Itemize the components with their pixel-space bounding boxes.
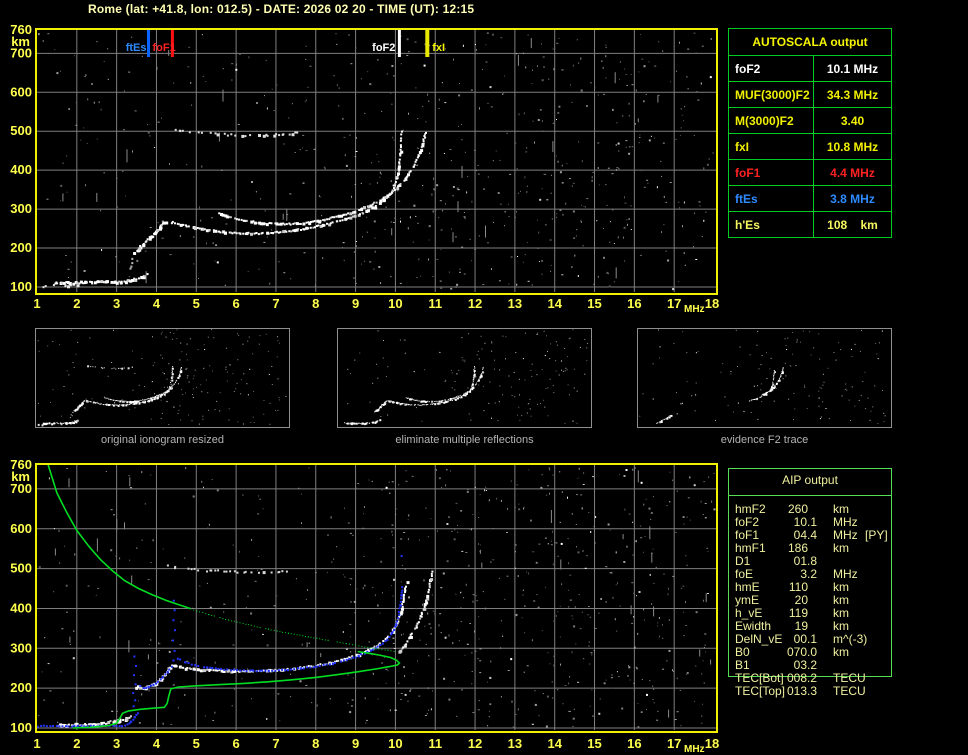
svg-text:3: 3 [113,296,120,311]
svg-text:400: 400 [10,600,32,615]
parameter-value: 013.3 [786,684,817,698]
svg-text:16: 16 [627,736,641,751]
svg-text:13: 13 [508,736,522,751]
aip-table-header: AIP output [782,473,838,487]
svg-text:11: 11 [428,296,442,311]
svg-text:200: 200 [10,680,32,695]
autoscala-row-m3000f2: M(3000)F2 3.40 [729,107,891,133]
autoscala-output-table: AUTOSCALA output foF2 10.1 MHz MUF(3000)F2… [728,28,892,238]
svg-text:2: 2 [73,296,80,311]
svg-text:MHz: MHz [684,744,705,755]
parameter-unit: km [833,541,849,555]
svg-text:8: 8 [312,296,319,311]
svg-text:18: 18 [705,736,719,751]
thumbnail-caption-eliminate: eliminate multiple reflections [395,434,534,446]
svg-text:5: 5 [193,736,200,751]
svg-text:12: 12 [468,736,482,751]
svg-text:500: 500 [10,561,32,576]
svg-text:6: 6 [233,296,240,311]
parameter-value: 4.4 MHz [813,160,891,185]
autoscala-row-hes: h'Es 108 km [729,211,891,237]
aip-header-divider [729,495,891,496]
svg-text:3: 3 [113,736,120,751]
svg-text:5: 5 [193,296,200,311]
svg-text:10: 10 [388,736,402,751]
svg-text:ftEs: ftEs [126,42,147,54]
svg-text:16: 16 [627,296,641,311]
ionogram-plot-bottom: 1 2 3 4 5 6 7 8 9 10 11 12 13 14 15 16 17 18MHz1002003004… [10,457,719,755]
svg-text:MHz: MHz [684,304,705,315]
svg-text:9: 9 [352,736,359,751]
aip-output-table: AIP output hmF2 260 km foF2 10.1 MHz foF1 04.4 M… [728,468,892,698]
autoscala-row-ftes: ftEs 3.8 MHz [729,185,891,211]
parameter-unit: km [833,645,849,659]
thumbnail-caption-evidence: evidence F2 trace [720,434,809,446]
parameter-value: 3.8 MHz [813,186,891,211]
svg-text:600: 600 [10,84,32,99]
thumbnail-evidence-f2-trace [637,328,892,428]
svg-text:fxI: fxI [432,42,445,54]
parameter-label: foF2 [735,61,761,76]
autoscala-table-header: AUTOSCALA output [752,35,868,49]
svg-text:9: 9 [352,296,359,311]
autoscala-row-fxi: fxI 10.8 MHz [729,133,891,159]
parameter-value: 34.3 MHz [813,82,891,107]
svg-text:100: 100 [10,279,32,294]
parameter-label: fxI [735,139,750,154]
parameter-label: ftEs [735,191,758,206]
thumbnail-original-ionogram [35,328,290,428]
svg-text:300: 300 [10,640,32,655]
parameter-label: MUF(3000)F2 [735,87,810,102]
svg-text:15: 15 [587,296,601,311]
svg-text:km: km [11,469,30,484]
parameter-value: 3.40 [813,108,891,133]
svg-text:17: 17 [667,296,681,311]
svg-text:foF2: foF2 [372,42,395,54]
parameter-label: h'Es [735,217,760,232]
thumbnail-eliminate-reflections [337,328,592,428]
svg-text:10: 10 [388,296,402,311]
parameter-value: 10.8 MHz [813,134,891,159]
svg-text:7: 7 [272,296,279,311]
svg-text:foF1: foF1 [153,42,176,54]
svg-text:2: 2 [73,736,80,751]
svg-text:1: 1 [33,296,40,311]
svg-text:200: 200 [10,240,32,255]
svg-text:100: 100 [10,720,32,735]
parameter-label: M(3000)F2 [735,113,794,128]
ionogram-plot-top: ftEs foF1 foF2 fxI1 2 3 4 5 6 7 8 9 10 11 12 13 14 15 16 17… [10,22,719,315]
parameter-flag: [PY] [865,528,888,542]
svg-text:12: 12 [468,296,482,311]
svg-text:300: 300 [10,201,32,216]
svg-text:14: 14 [547,296,562,311]
autoscala-row-fof2: foF2 10.1 MHz [729,55,891,81]
svg-text:4: 4 [153,296,161,311]
svg-text:18: 18 [705,296,719,311]
parameter-unit: TECU [833,684,866,698]
svg-text:13: 13 [508,296,522,311]
svg-text:8: 8 [312,736,319,751]
parameter-label: foF1 [735,165,761,180]
svg-text:14: 14 [547,736,562,751]
autoscala-screen: Rome (lat: +41.8, lon: 012.5) - DATE: 20… [0,0,968,755]
svg-text:6: 6 [233,736,240,751]
autoscala-row-muf3000f2: MUF(3000)F2 34.3 MHz [729,81,891,107]
page-title: Rome (lat: +41.8, lon: 012.5) - DATE: 20… [88,2,475,16]
svg-text:500: 500 [10,123,32,138]
svg-text:7: 7 [272,736,279,751]
parameter-value: 10.1 MHz [813,56,891,81]
svg-text:15: 15 [587,736,601,751]
svg-text:1: 1 [33,736,40,751]
svg-text:11: 11 [428,736,442,751]
aip-row-tectop: TEC[Top] 013.3 TECU [729,685,891,698]
thumbnail-caption-original: original ionogram resized [101,434,224,446]
svg-text:4: 4 [153,736,161,751]
parameter-value: 108 km [813,212,891,237]
autoscala-row-fof1: foF1 4.4 MHz [729,159,891,185]
svg-text:km: km [11,34,30,49]
svg-text:17: 17 [667,736,681,751]
svg-text:600: 600 [10,521,32,536]
svg-text:400: 400 [10,162,32,177]
